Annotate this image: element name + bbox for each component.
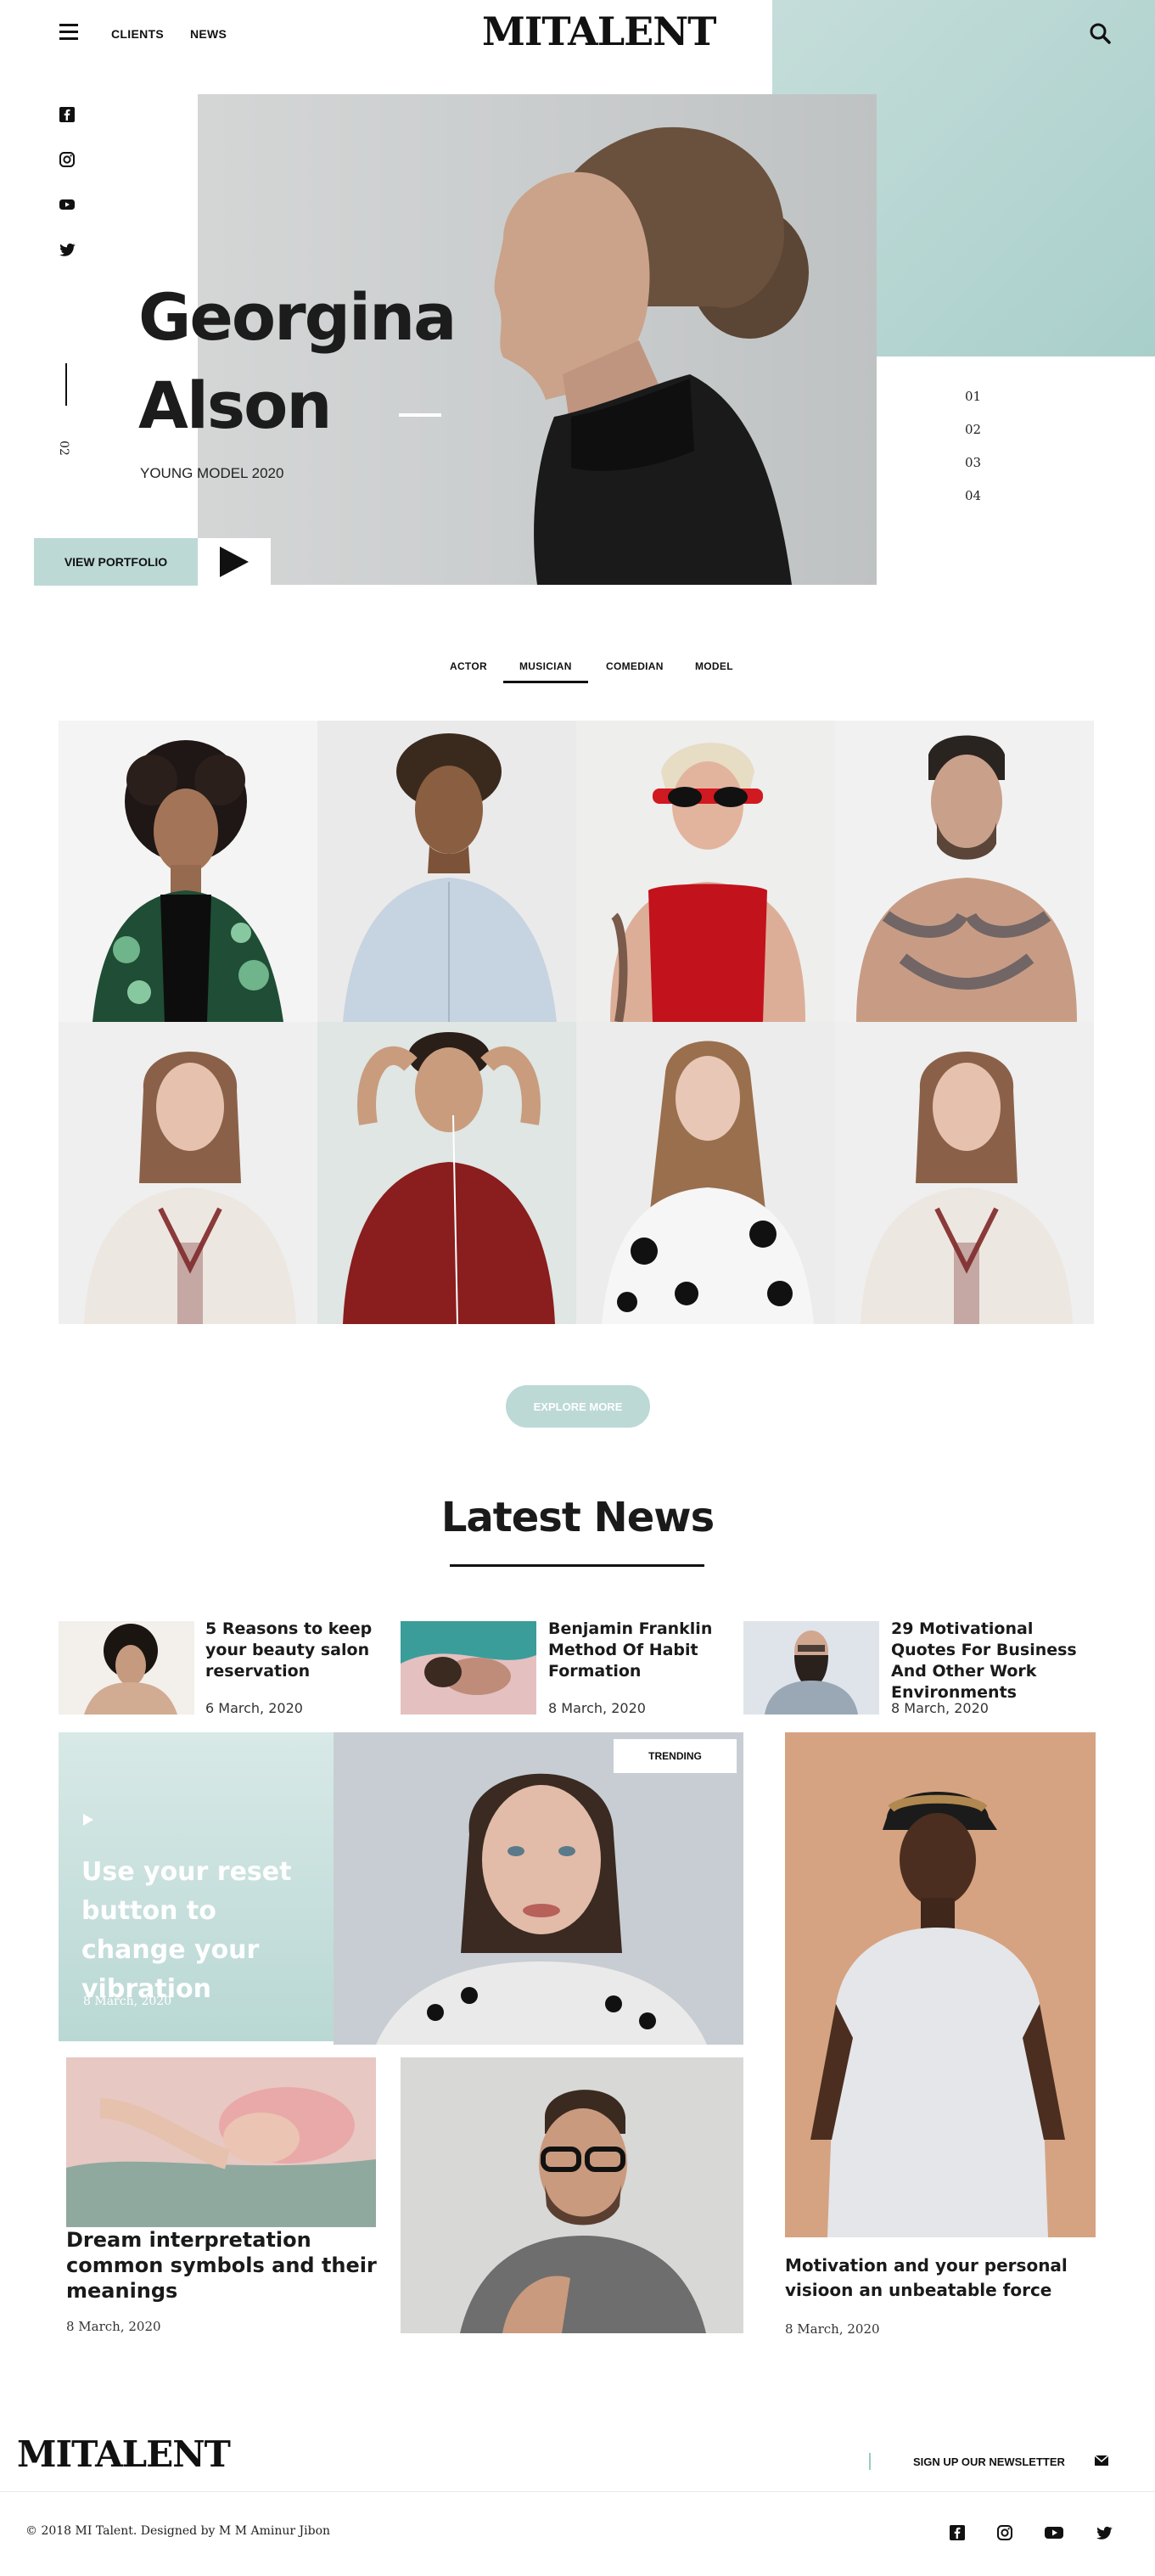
- nav-news[interactable]: NEWS: [190, 27, 227, 41]
- tab-active-underline: [503, 681, 588, 683]
- talent-photo-7[interactable]: [576, 1022, 835, 1324]
- news-card-left-date: 8 March, 2020: [66, 2319, 161, 2334]
- tab-comedian[interactable]: COMEDIAN: [606, 660, 664, 672]
- talent-photo-3[interactable]: [576, 721, 835, 1022]
- mail-icon[interactable]: [1094, 2455, 1109, 2467]
- footer-twitter-icon[interactable]: [1096, 2524, 1113, 2541]
- news-card-left-image[interactable]: [66, 2057, 376, 2227]
- news-card-right-date: 8 March, 2020: [785, 2321, 880, 2337]
- instagram-icon[interactable]: [59, 151, 76, 168]
- news-date-3: 8 March, 2020: [891, 1700, 989, 1716]
- slide-progress-line: [65, 363, 67, 406]
- play-icon: [220, 547, 249, 577]
- news-card-left-title[interactable]: Dream interpretation common symbols and …: [66, 2227, 380, 2304]
- slide-04[interactable]: 04: [965, 488, 981, 503]
- slide-02[interactable]: 02: [965, 422, 981, 437]
- slide-03[interactable]: 03: [965, 455, 981, 470]
- news-card-right-image[interactable]: [785, 1732, 1096, 2237]
- slide-01[interactable]: 01: [965, 389, 981, 404]
- talent-photo-8[interactable]: [835, 1022, 1094, 1324]
- trending-badge: TRENDING: [614, 1739, 737, 1773]
- footer-divider: [0, 2491, 1155, 2492]
- news-title-2[interactable]: Benjamin Franklin Method Of Habit Format…: [548, 1619, 735, 1682]
- explore-more-label: EXPLORE MORE: [533, 1400, 623, 1413]
- news-title-3[interactable]: 29 Motivational Quotes For Business And …: [891, 1619, 1099, 1703]
- talent-photo-6[interactable]: [317, 1022, 576, 1324]
- talent-photo-2[interactable]: [317, 721, 576, 1022]
- youtube-icon[interactable]: [59, 196, 76, 213]
- feature-date: 8 March, 2020: [83, 1995, 172, 2008]
- twitter-icon[interactable]: [59, 241, 76, 258]
- hero-divider: [399, 413, 441, 417]
- hero-name-line2: Alson: [138, 368, 332, 443]
- footer-facebook-icon[interactable]: [949, 2524, 966, 2541]
- feature-image[interactable]: [334, 1732, 743, 2045]
- news-card-middle-image[interactable]: [401, 2057, 743, 2333]
- news-heading-underline: [450, 1564, 704, 1567]
- news-heading: Latest News: [440, 1494, 715, 1541]
- menu-icon[interactable]: [59, 24, 78, 44]
- news-thumb-1[interactable]: [59, 1621, 194, 1715]
- hero-name-line1: Georgina: [138, 279, 457, 355]
- tab-model[interactable]: MODEL: [695, 660, 733, 672]
- feature-title[interactable]: Use your reset button to change your vib…: [81, 1853, 319, 2009]
- feature-play-icon[interactable]: [81, 1812, 95, 1827]
- talent-photo-1[interactable]: [59, 721, 317, 1022]
- news-title-1[interactable]: 5 Reasons to keep your beauty salon rese…: [205, 1619, 396, 1682]
- copyright: © 2018 MI Talent. Designed by M M Aminur…: [25, 2524, 331, 2538]
- footer-instagram-icon[interactable]: [996, 2524, 1013, 2541]
- newsletter-divider: [869, 2453, 871, 2470]
- nav-clients[interactable]: CLIENTS: [111, 27, 164, 41]
- news-date-2: 8 March, 2020: [548, 1700, 646, 1716]
- footer-logo[interactable]: MITALENT: [17, 2433, 231, 2475]
- news-thumb-3[interactable]: [743, 1621, 879, 1715]
- trending-label: TRENDING: [648, 1750, 702, 1762]
- view-portfolio-button[interactable]: VIEW PORTFOLIO: [34, 538, 198, 586]
- news-thumb-2[interactable]: [401, 1621, 536, 1715]
- hero-subtitle: YOUNG MODEL 2020: [140, 465, 284, 481]
- news-card-right-title[interactable]: Motivation and your personal visioon an …: [785, 2253, 1099, 2303]
- news-date-1: 6 March, 2020: [205, 1700, 303, 1716]
- talent-photo-5[interactable]: [59, 1022, 317, 1324]
- footer-youtube-icon[interactable]: [1044, 2524, 1064, 2541]
- site-logo[interactable]: MITALENT: [482, 8, 717, 54]
- tab-musician[interactable]: MUSICIAN: [519, 660, 572, 672]
- vertical-slide-index: 02: [56, 441, 70, 456]
- talent-photo-4[interactable]: [835, 721, 1094, 1022]
- facebook-icon[interactable]: [59, 106, 76, 123]
- play-button[interactable]: [198, 538, 271, 586]
- tab-actor[interactable]: ACTOR: [450, 660, 487, 672]
- search-icon[interactable]: [1089, 22, 1111, 44]
- view-portfolio-label: VIEW PORTFOLIO: [64, 555, 168, 569]
- newsletter-link[interactable]: SIGN UP OUR NEWSLETTER: [913, 2455, 1065, 2468]
- explore-more-button[interactable]: EXPLORE MORE: [506, 1385, 650, 1428]
